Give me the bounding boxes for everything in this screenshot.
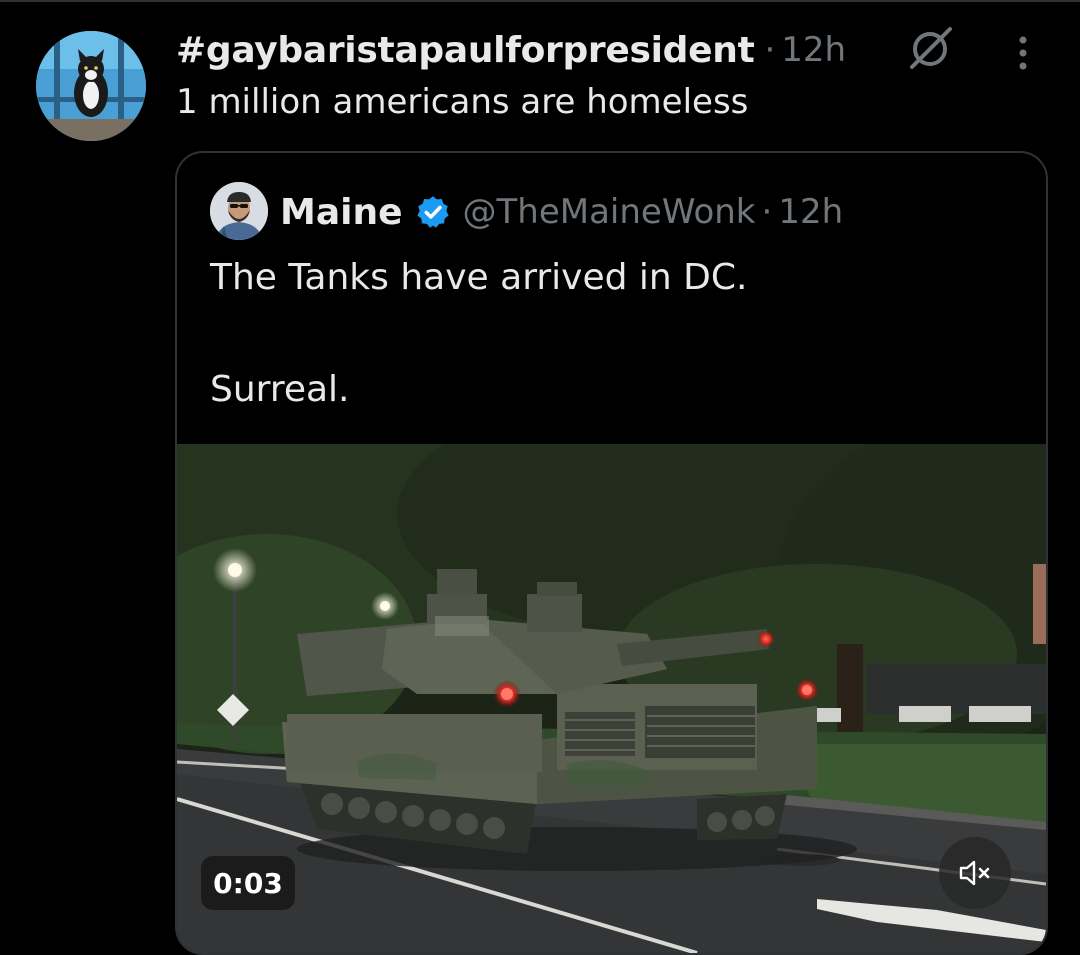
grok-icon[interactable] <box>904 23 956 75</box>
author-avatar[interactable] <box>36 31 146 141</box>
post-header: #gaybaristapaulforpresident · 12h <box>176 26 846 74</box>
quoted-post-text-line2: Surreal. <box>210 369 350 410</box>
quoted-post-text-line1: The Tanks have arrived in DC. <box>210 257 748 298</box>
mute-toggle-button[interactable] <box>939 837 1011 909</box>
speaker-muted-icon <box>959 860 990 886</box>
quoted-post[interactable]: Maine @TheMaineWonk · 12h The Tanks have… <box>175 151 1048 955</box>
header-separator: · <box>764 30 776 70</box>
verified-badge-icon[interactable] <box>415 194 451 230</box>
post-text: 1 million americans are homeless <box>176 82 749 122</box>
quoted-post-timestamp[interactable]: 12h <box>778 192 843 232</box>
video-player[interactable]: 0:03 <box>177 444 1046 953</box>
tank-video-frame <box>177 444 1046 953</box>
quoted-post-header: Maine @TheMaineWonk · 12h <box>280 187 843 237</box>
post-timestamp[interactable]: 12h <box>781 30 846 70</box>
quoted-author-handle[interactable]: @TheMaineWonk <box>463 192 756 232</box>
quoted-author-avatar[interactable] <box>210 182 268 240</box>
top-divider <box>0 0 1080 2</box>
bearded-man-avatar-icon <box>210 182 268 240</box>
quoted-author-display-name[interactable]: Maine <box>280 192 403 233</box>
video-duration-badge: 0:03 <box>201 856 295 910</box>
more-icon[interactable] <box>1008 34 1038 74</box>
cat-avatar-icon <box>36 31 146 141</box>
quoted-header-separator: · <box>761 192 773 232</box>
author-display-name[interactable]: #gaybaristapaulforpresident <box>176 30 755 71</box>
